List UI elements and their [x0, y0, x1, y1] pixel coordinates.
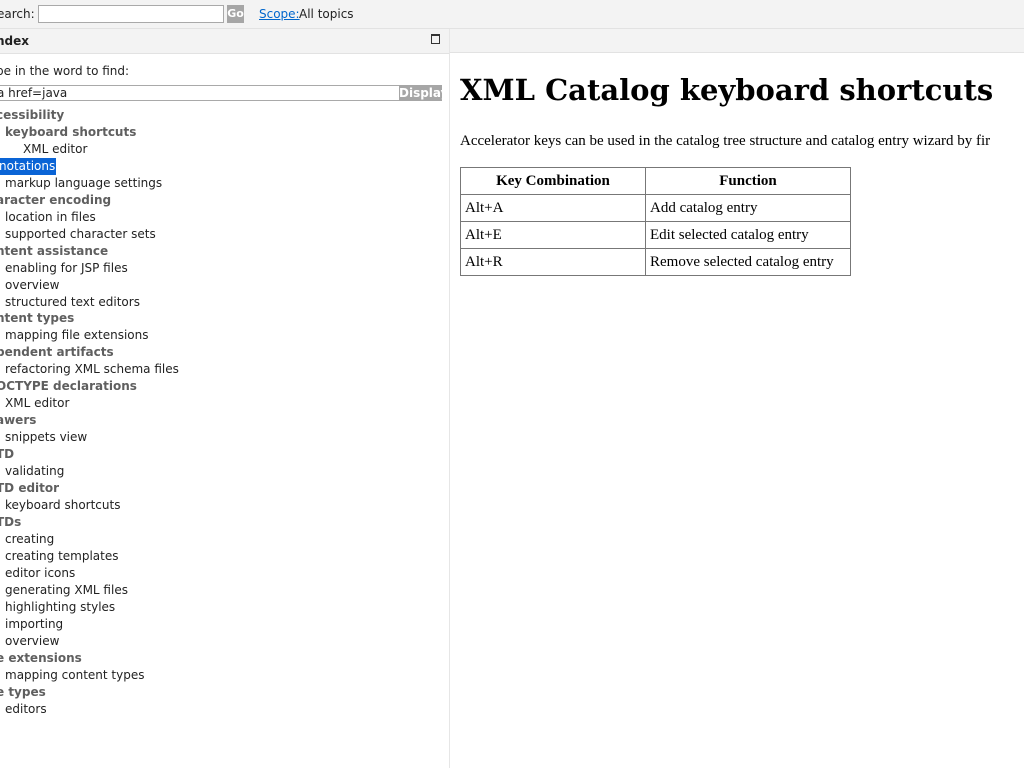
index-prompt: pe in the word to find:	[0, 64, 130, 78]
index-entry[interactable]: TD	[0, 446, 14, 463]
index-entry[interactable]: generating XML files	[5, 582, 128, 599]
index-entry[interactable]: snippets view	[5, 429, 87, 446]
index-entry[interactable]: ntent types	[0, 310, 74, 327]
table-cell: Edit selected catalog entry	[645, 221, 851, 249]
index-header: ndex	[0, 29, 449, 54]
index-entry[interactable]: location in files	[5, 209, 96, 226]
search-input[interactable]	[38, 5, 224, 23]
index-entry[interactable]: importing	[5, 616, 63, 633]
column-header: Function	[645, 167, 851, 195]
table-cell: Alt+R	[460, 248, 646, 276]
maximize-icon[interactable]	[431, 34, 440, 44]
index-entry[interactable]: enabling for JSP files	[5, 260, 128, 277]
content-pane: XML Catalog keyboard shortcuts Accelerat…	[450, 29, 1024, 768]
index-entry[interactable]: mapping content types	[5, 667, 144, 684]
index-entry[interactable]: aracter encoding	[0, 192, 111, 209]
index-pane: ndex pe in the word to find: a href=java…	[0, 29, 450, 768]
table-cell: Alt+A	[460, 194, 646, 222]
scope-link[interactable]: Scope:	[259, 7, 300, 21]
page-title: XML Catalog keyboard shortcuts	[460, 73, 994, 107]
index-entry[interactable]: pendent artifacts	[0, 344, 114, 361]
table-row: Alt+A Add catalog entry	[460, 194, 851, 222]
index-entry[interactable]: cessibility	[0, 107, 64, 124]
index-entry[interactable]: e types	[0, 684, 46, 701]
index-search-input[interactable]: a href=java	[0, 85, 400, 101]
index-entry[interactable]: highlighting styles	[5, 599, 115, 616]
index-entry[interactable]: editor icons	[5, 565, 75, 582]
scope-value: All topics	[299, 7, 354, 21]
table-header-row: Key Combination Function	[460, 167, 851, 195]
index-entry[interactable]: overview	[5, 633, 59, 650]
table-cell: Alt+E	[460, 221, 646, 249]
index-entry[interactable]: XML editor	[5, 395, 69, 412]
index-entry[interactable]: creating	[5, 531, 54, 548]
index-entry[interactable]: OCTYPE declarations	[0, 378, 137, 395]
index-title: ndex	[0, 34, 30, 48]
intro-paragraph: Accelerator keys can be used in the cata…	[460, 133, 991, 149]
index-entry[interactable]: TD editor	[0, 480, 59, 497]
index-entry[interactable]: awers	[0, 412, 36, 429]
table-row: Alt+E Edit selected catalog entry	[460, 221, 851, 249]
index-entry[interactable]: ntent assistance	[0, 243, 108, 260]
index-entry[interactable]: editors	[5, 701, 47, 718]
index-entry[interactable]: mapping file extensions	[5, 327, 149, 344]
search-label: earch:	[0, 7, 35, 21]
go-button[interactable]: Go	[227, 5, 244, 23]
index-entry[interactable]: markup language settings	[5, 175, 162, 192]
table-row: Alt+R Remove selected catalog entry	[460, 248, 851, 276]
table-cell: Add catalog entry	[645, 194, 851, 222]
display-button[interactable]: Display	[399, 85, 448, 101]
index-entry[interactable]: XML editor	[23, 141, 87, 158]
index-entry[interactable]: keyboard shortcuts	[5, 124, 136, 141]
index-entry[interactable]: supported character sets	[5, 226, 156, 243]
index-entry[interactable]: TDs	[0, 514, 21, 531]
column-header: Key Combination	[460, 167, 646, 195]
shortcuts-table: Key Combination Function Alt+A Add catal…	[460, 167, 851, 276]
index-entry[interactable]: e extensions	[0, 650, 82, 667]
index-entry[interactable]: keyboard shortcuts	[5, 497, 120, 514]
index-entry[interactable]: refactoring XML schema files	[5, 361, 179, 378]
index-entry[interactable]: validating	[5, 463, 64, 480]
index-entry[interactable]: creating templates	[5, 548, 119, 565]
index-entry[interactable]: overview	[5, 277, 59, 294]
index-entry[interactable]: structured text editors	[5, 294, 140, 311]
content-toolbar	[450, 29, 1024, 53]
index-entry-selected[interactable]: notations	[0, 158, 57, 175]
search-toolbar: earch: Go Scope: All topics	[0, 0, 1024, 29]
table-cell: Remove selected catalog entry	[645, 248, 851, 276]
